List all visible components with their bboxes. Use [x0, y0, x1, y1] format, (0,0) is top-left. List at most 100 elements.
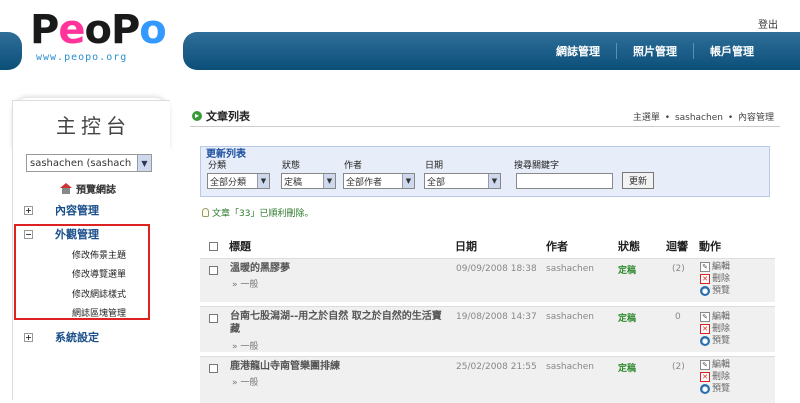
edit-icon: ✎ [700, 312, 710, 322]
col-title[interactable]: 標題 [229, 238, 251, 254]
post-author: sashachen [546, 312, 595, 322]
post-author: sashachen [546, 264, 595, 274]
category-select[interactable]: 全部分類 ▼ [207, 173, 270, 189]
logo-wordmark: P e o P o [30, 8, 180, 52]
author-label: 作者 [344, 161, 363, 171]
filter-panel [200, 146, 770, 197]
post-actions: ✎ 編輯 ✕ 刪除 ● 預覽 [700, 311, 730, 347]
logo-letter: o [139, 7, 167, 53]
post-author: sashachen [546, 362, 595, 372]
preview-label: 預覽 [712, 336, 731, 346]
preview-action[interactable]: ● 預覽 [700, 285, 730, 297]
delete-action[interactable]: ✕ 刪除 [700, 323, 730, 335]
page-title-text: 文章列表 [206, 110, 250, 123]
preview-action[interactable]: ● 預覽 [700, 335, 730, 347]
top-nav: 網誌管理 照片管理 帳戶管理 [540, 32, 770, 70]
date-select[interactable]: 全部 ▼ [424, 173, 501, 189]
logo-url: www.peopo.org [36, 52, 128, 63]
blog-select[interactable]: sashachen (sashach ▼ [26, 154, 152, 172]
chevron-down-icon[interactable]: ▼ [137, 155, 151, 171]
col-responses[interactable]: 迴響 [666, 238, 688, 254]
sidebar-item-content[interactable]: + 內容管理 [24, 202, 99, 218]
chevron-down-icon[interactable]: ▼ [257, 174, 269, 188]
status-select[interactable]: 定稿 ▼ [281, 173, 336, 189]
header-bar-left [0, 32, 22, 70]
post-title-link[interactable]: 溫暖的黑膠夢 [230, 262, 450, 275]
nav-account-manage[interactable]: 帳戶管理 [693, 43, 770, 59]
select-all-checkbox[interactable] [209, 242, 218, 251]
author-select-value: 全部作者 [346, 177, 383, 188]
post-status: 定稿 [618, 266, 637, 276]
breadcrumb-item[interactable]: 主選單 [633, 113, 660, 123]
delete-label: 刪除 [712, 274, 731, 284]
house-icon [60, 183, 72, 194]
console-title: 主控台 [56, 114, 131, 138]
edit-action[interactable]: ✎ 編輯 [700, 261, 730, 273]
post-title-link[interactable]: 台南七股潟湖--用之於自然 取之於自然的生活寶藏 [230, 310, 450, 336]
row-checkbox[interactable] [209, 266, 218, 275]
status-select-value: 定稿 [284, 177, 303, 188]
breadcrumb: 主選單 • sashachen • 內容管理 [632, 113, 774, 123]
post-responses[interactable]: (2) [672, 264, 685, 274]
date-select-value: 全部 [427, 177, 446, 188]
chevron-down-icon[interactable]: ▼ [488, 174, 500, 188]
logo-letter: o [84, 7, 112, 53]
divider [190, 126, 780, 127]
nav-blog-manage[interactable]: 網誌管理 [540, 43, 616, 59]
post-date: 25/02/2008 21:55 [456, 362, 537, 372]
edit-action[interactable]: ✎ 編輯 [700, 359, 730, 371]
delete-label: 刪除 [712, 324, 731, 334]
peopo-logo[interactable]: P e o P o www.peopo.org [30, 8, 180, 68]
category-label: 分類 [208, 161, 227, 171]
logo-letter: P [110, 7, 140, 53]
chevron-down-icon[interactable]: ▼ [402, 174, 414, 188]
breadcrumb-item: 內容管理 [737, 113, 774, 123]
sidebar-item-label: 系統設定 [55, 331, 99, 344]
delete-action[interactable]: ✕ 刪除 [700, 371, 730, 383]
post-responses: 0 [675, 312, 681, 322]
refresh-button[interactable]: 更新 [622, 172, 654, 189]
post-actions: ✎ 編輯 ✕ 刪除 ● 預覽 [700, 261, 730, 297]
logout-link[interactable]: 登出 [758, 16, 778, 31]
blog-select-value: sashachen (sashach [30, 157, 132, 169]
post-title-link[interactable]: 鹿港龍山寺南管樂團排練 [230, 360, 450, 373]
post-category[interactable]: » 一般 [232, 375, 258, 388]
post-status: 定稿 [618, 364, 637, 374]
logo-letter: P [30, 7, 59, 53]
row-checkbox[interactable] [209, 364, 218, 373]
preview-icon: ● [700, 286, 710, 296]
edit-label: 編輯 [712, 312, 731, 322]
preview-action[interactable]: ● 預覽 [700, 383, 730, 395]
post-category[interactable]: » 一般 [232, 339, 258, 352]
col-date[interactable]: 日期 [455, 238, 477, 254]
delete-label: 刪除 [712, 372, 731, 382]
keyword-input[interactable] [516, 173, 613, 189]
edit-action[interactable]: ✎ 編輯 [700, 311, 730, 323]
category-select-value: 全部分類 [210, 177, 247, 188]
preview-icon: ● [700, 384, 710, 394]
chevron-down-icon[interactable]: ▼ [323, 174, 335, 188]
breadcrumb-item[interactable]: sashachen [675, 113, 723, 123]
edit-label: 編輯 [712, 262, 731, 272]
post-actions: ✎ 編輯 ✕ 刪除 ● 預覽 [700, 359, 730, 395]
post-date: 19/08/2008 14:37 [456, 312, 537, 322]
post-category[interactable]: » 一般 [232, 277, 258, 290]
delete-action[interactable]: ✕ 刪除 [700, 273, 730, 285]
post-date: 09/09/2008 18:38 [456, 264, 537, 274]
go-icon: ▸ [192, 111, 202, 121]
status-message-text: 文章「33」已順利刪除。 [212, 209, 314, 219]
delete-icon: ✕ [700, 324, 710, 334]
col-status[interactable]: 狀態 [618, 238, 640, 254]
col-actions: 動作 [699, 240, 721, 253]
sidebar-item-system[interactable]: + 系統設定 [24, 329, 99, 345]
delete-icon: ✕ [700, 274, 710, 284]
browse-blog-link[interactable]: 預覽網誌 [60, 181, 116, 196]
expand-icon[interactable]: + [24, 205, 33, 215]
nav-photo-manage[interactable]: 照片管理 [616, 43, 693, 59]
row-checkbox[interactable] [209, 314, 218, 323]
preview-icon: ● [700, 336, 710, 346]
post-responses[interactable]: (2) [672, 362, 685, 372]
expand-icon[interactable]: + [24, 332, 33, 342]
author-select[interactable]: 全部作者 ▼ [343, 173, 415, 189]
col-author[interactable]: 作者 [546, 238, 568, 254]
